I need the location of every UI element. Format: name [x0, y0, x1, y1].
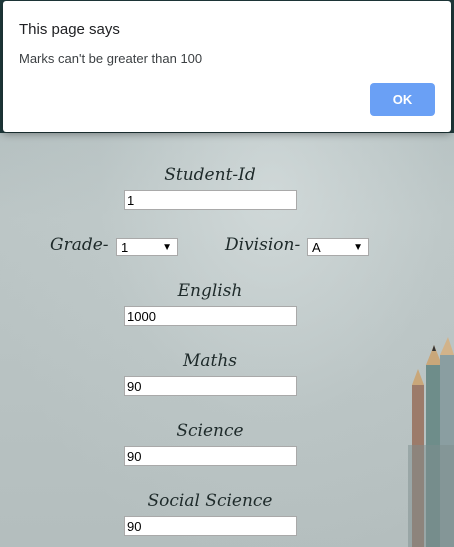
science-label: Science	[176, 421, 244, 441]
social-science-label: Social Science	[147, 491, 273, 511]
division-select[interactable]: A ▼	[307, 238, 369, 256]
social-science-input[interactable]	[124, 516, 297, 536]
division-select-value: A	[312, 240, 321, 255]
student-id-input[interactable]	[124, 190, 297, 210]
division-label: Division-	[225, 235, 301, 255]
grade-select-value: 1	[121, 240, 129, 255]
maths-input[interactable]	[124, 376, 297, 396]
student-id-label: Student-Id	[164, 165, 256, 185]
grade-select[interactable]: 1 ▼	[116, 238, 178, 256]
dialog-message: Marks can't be greater than 100	[19, 51, 203, 66]
alert-dialog: This page says Marks can't be greater th…	[3, 1, 451, 132]
english-label: English	[177, 281, 243, 301]
maths-label: Maths	[182, 351, 238, 371]
science-input[interactable]	[124, 446, 297, 466]
caret-down-icon: ▼	[353, 242, 363, 253]
ok-button[interactable]: OK	[370, 83, 435, 116]
grade-label: Grade-	[50, 235, 109, 255]
caret-down-icon: ▼	[162, 242, 172, 253]
dialog-title: This page says	[19, 21, 120, 38]
english-input[interactable]	[124, 306, 297, 326]
